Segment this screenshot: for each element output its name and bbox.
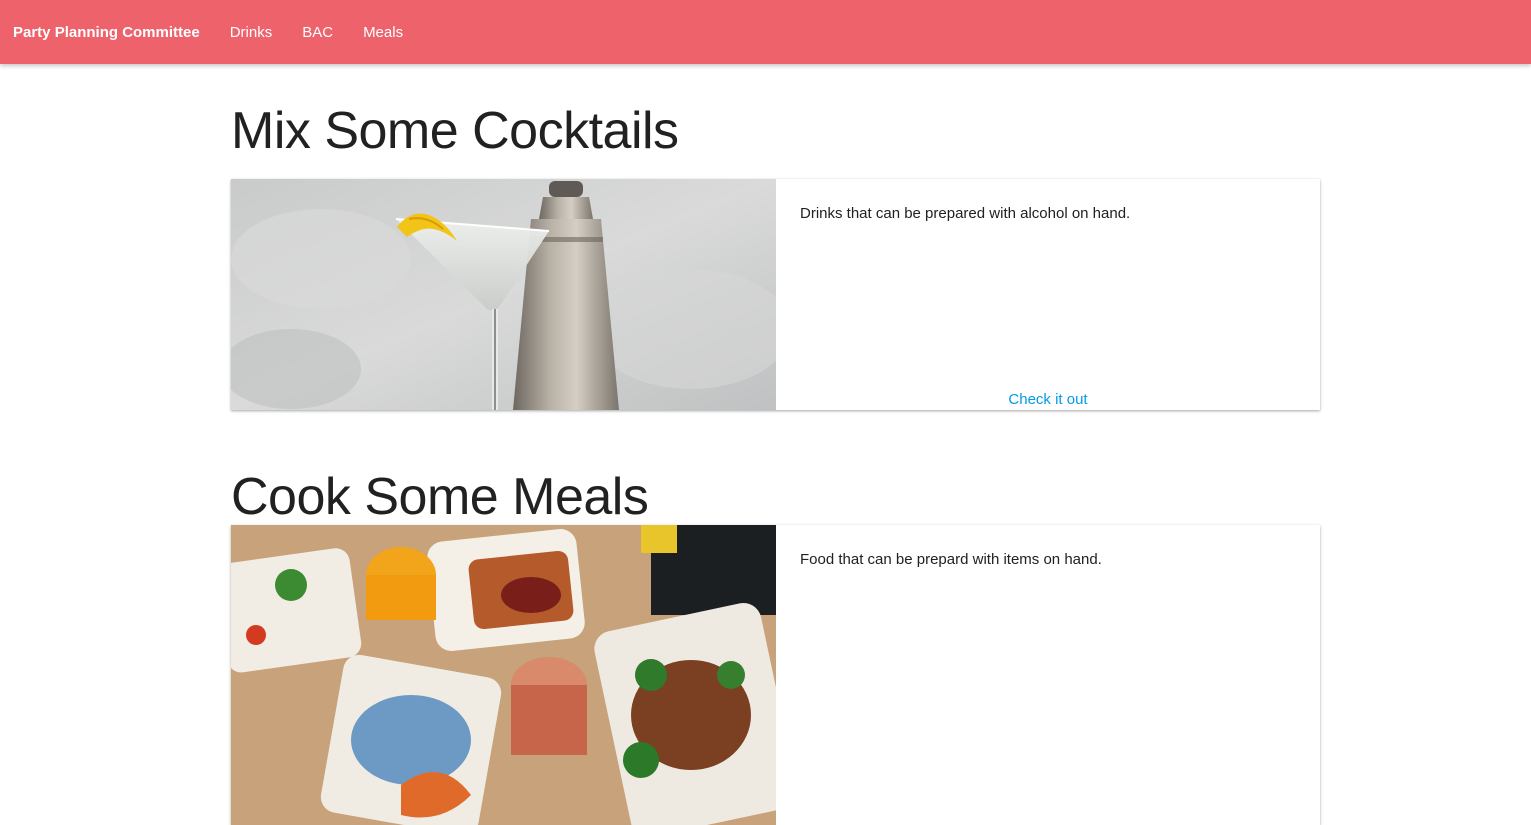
top-navbar: Party Planning Committee Drinks BAC Meal… bbox=[0, 0, 1531, 64]
nav-link-bac[interactable]: BAC bbox=[302, 24, 333, 41]
cocktails-heading: Mix Some Cocktails bbox=[231, 102, 679, 160]
cocktails-card: Drinks that can be prepared with alcohol… bbox=[231, 179, 1320, 410]
check-it-out-link[interactable]: Check it out bbox=[776, 391, 1320, 408]
meal-photo bbox=[231, 525, 776, 825]
meals-heading: Cook Some Meals bbox=[231, 468, 649, 526]
meals-card-body: Food that can be prepard with items on h… bbox=[776, 525, 1320, 825]
martini-photo bbox=[231, 179, 776, 410]
meals-card: Food that can be prepard with items on h… bbox=[231, 525, 1320, 825]
cocktails-description: Drinks that can be prepared with alcohol… bbox=[800, 205, 1131, 222]
nav-link-meals[interactable]: Meals bbox=[363, 24, 403, 41]
main-content: Mix Some Cocktails Drinks that can be pr… bbox=[231, 64, 1320, 825]
nav-link-drinks[interactable]: Drinks bbox=[230, 24, 273, 41]
brand-logo-link[interactable]: Party Planning Committee bbox=[13, 24, 200, 41]
meals-description: Food that can be prepard with items on h… bbox=[800, 551, 1102, 568]
cocktails-card-body: Drinks that can be prepared with alcohol… bbox=[776, 179, 1320, 410]
